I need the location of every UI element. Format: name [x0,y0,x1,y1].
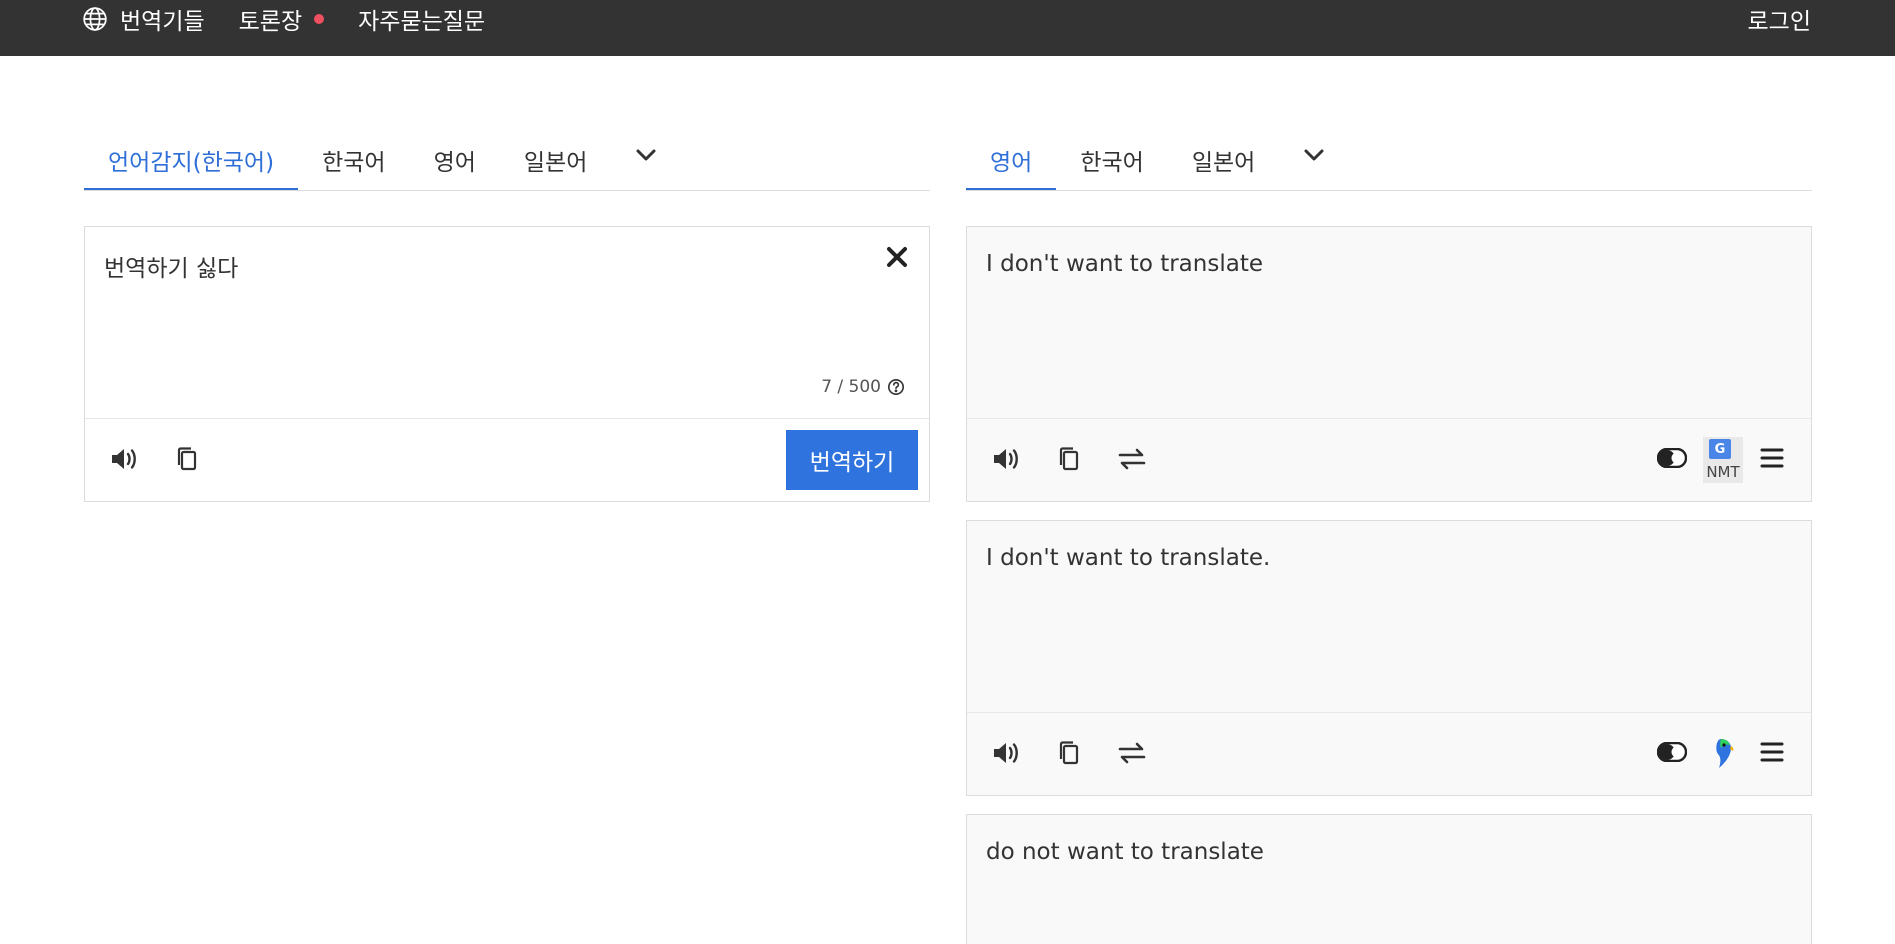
source-speak-button[interactable] [109,445,139,477]
source-panel: 번역하기 싫다 7 / 500 번역하기 [84,226,930,502]
chevron-down-icon [636,149,656,161]
result-text-2: I don't want to translate. [986,545,1271,571]
top-navbar: 번역기들 토론장 자주묻는질문 로그인 [0,0,1895,56]
target-language-tabs: 영어 한국어 일본어 [966,137,1812,191]
toggle-icon [1656,741,1688,763]
copy-icon [1059,741,1079,765]
google-nmt-badge[interactable]: G NMT [1703,437,1743,483]
source-language-more[interactable] [611,137,679,190]
result-1-copy-button[interactable] [1057,445,1081,477]
source-language-tabs: 언어감지(한국어) 한국어 영어 일본어 [84,137,930,191]
result-text-1: I don't want to translate [986,251,1263,277]
result-2-menu-button[interactable] [1760,741,1784,767]
toggle-icon [1656,447,1688,469]
tab-target-korean[interactable]: 한국어 [1056,137,1167,190]
target-language-more[interactable] [1279,137,1347,190]
nmt-label: NMT [1706,463,1740,481]
tab-target-japanese[interactable]: 일본어 [1168,137,1279,190]
result-panel-3: do not want to translate [966,814,1812,944]
copy-icon [1059,447,1079,471]
char-counter: 7 / 500 [821,377,905,397]
login-link[interactable]: 로그인 [1748,0,1811,37]
source-text-input[interactable]: 번역하기 싫다 [104,249,238,283]
menu-icon [1760,448,1784,468]
nav-translators-label: 번역기들 [120,8,205,35]
result-1-speak-button[interactable] [991,445,1021,477]
clear-button[interactable] [885,245,909,273]
source-panel-footer: 번역하기 [85,418,929,501]
tab-source-detect[interactable]: 언어감지(한국어) [84,137,299,190]
result-2-swap-button[interactable] [1117,739,1147,771]
tab-source-japanese[interactable]: 일본어 [500,137,611,190]
translate-button[interactable]: 번역하기 [786,430,918,490]
result-2-footer [967,712,1811,795]
papago-parrot-icon [1716,739,1734,768]
speaker-icon [994,449,1018,469]
globe-icon [83,6,107,31]
close-icon [887,247,907,267]
nav-left: 번역기들 토론장 자주묻는질문 [82,0,519,37]
char-counter-text: 7 / 500 [821,377,881,397]
notification-dot [314,13,325,24]
source-copy-button[interactable] [175,445,199,477]
tab-source-english[interactable]: 영어 [410,137,500,190]
papago-engine-button[interactable] [1711,737,1735,775]
help-circle-icon[interactable] [887,378,905,396]
speaker-icon [994,743,1018,763]
copy-icon [177,447,197,471]
nav-forum-label: 토론장 [238,8,303,35]
nav-faq[interactable]: 자주묻는질문 [358,2,485,36]
result-panel-1: I don't want to translate G NMT [966,226,1812,502]
menu-icon [1760,742,1784,762]
nav-faq-label: 자주묻는질문 [358,8,486,35]
tab-source-korean[interactable]: 한국어 [298,137,409,190]
result-2-speak-button[interactable] [991,739,1021,771]
result-1-footer: G NMT [967,418,1811,501]
result-2-toggle[interactable] [1656,741,1688,766]
result-2-copy-button[interactable] [1057,739,1081,771]
result-1-swap-button[interactable] [1117,445,1147,477]
result-1-toggle[interactable] [1656,447,1688,472]
chevron-down-icon [1304,149,1324,161]
swap-icon [1118,742,1146,764]
nav-translators[interactable]: 번역기들 [82,2,205,36]
tab-target-english[interactable]: 영어 [966,137,1057,190]
speaker-icon [112,449,136,469]
swap-icon [1118,448,1146,470]
result-text-3: do not want to translate [986,839,1264,865]
result-panel-2: I don't want to translate. [966,520,1812,796]
nav-forum[interactable]: 토론장 [238,2,325,36]
result-1-menu-button[interactable] [1760,447,1784,473]
google-translate-icon: G [1709,439,1731,459]
